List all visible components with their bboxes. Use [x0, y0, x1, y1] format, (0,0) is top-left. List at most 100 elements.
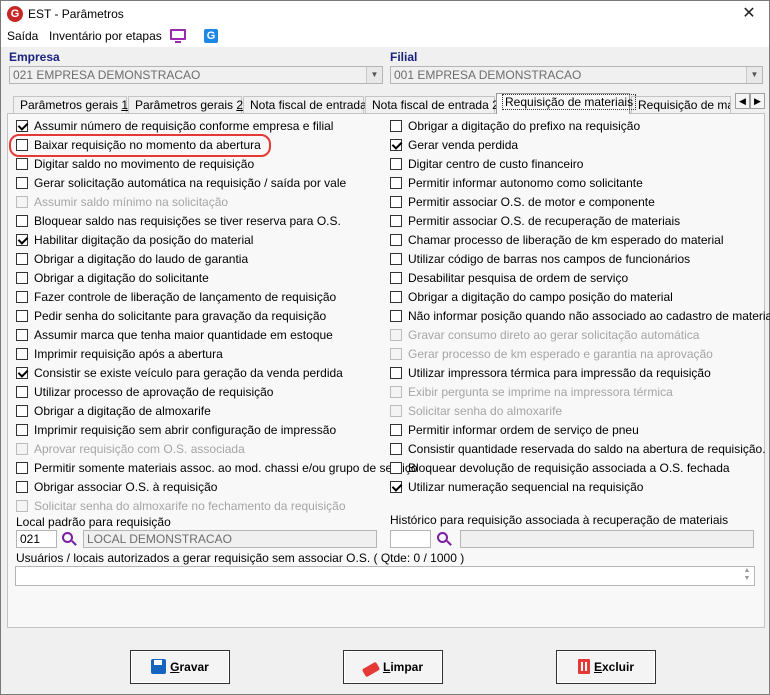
checkbox[interactable]	[16, 329, 28, 341]
local-code-input[interactable]: 021	[16, 530, 57, 548]
chevron-down-icon[interactable]: ▼	[746, 67, 762, 83]
option-label: Imprimir requisição após a abertura	[34, 347, 223, 361]
checkbox-checked[interactable]	[390, 139, 402, 151]
tab-nota-fiscal-entrada[interactable]: Nota fiscal de entrada	[243, 96, 367, 114]
checkbox[interactable]	[16, 424, 28, 436]
save-icon	[151, 659, 167, 674]
option-label: Assumir saldo mínimo na solicitação	[34, 195, 229, 209]
tab-strip: Parâmetros gerais 1 Parâmetros gerais 2 …	[7, 93, 767, 114]
empresa-combo[interactable]: 021 EMPRESA DEMONSTRACAO ▼	[9, 66, 383, 84]
checkbox[interactable]	[16, 215, 28, 227]
checkbox[interactable]	[390, 462, 402, 474]
usuarios-textarea[interactable]: ▲ ▼	[15, 566, 755, 586]
title-bar: G EST - Parâmetros ✕	[1, 1, 769, 27]
checkbox[interactable]	[390, 291, 402, 303]
checkbox[interactable]	[16, 158, 28, 170]
tab-parametros-gerais-1[interactable]: Parâmetros gerais 1	[13, 96, 128, 114]
empresa-value: 021 EMPRESA DEMONSTRACAO	[13, 68, 201, 82]
search-icon[interactable]	[436, 531, 452, 547]
checkbox[interactable]	[16, 405, 28, 417]
option-label: Chamar processo de liberação de km esper…	[408, 233, 724, 247]
option-label: Obrigar a digitação do solicitante	[34, 271, 209, 285]
highlight-annotation	[9, 134, 271, 157]
checkbox	[16, 500, 28, 512]
close-button[interactable]: ✕	[737, 4, 761, 24]
local-label: Local padrão para requisição	[16, 515, 171, 529]
option-label: Utilizar código de barras nos campos de …	[408, 252, 691, 266]
textarea-scroll-icon[interactable]: ▲ ▼	[740, 567, 754, 585]
checkbox-checked[interactable]	[390, 481, 402, 493]
monitor-icon[interactable]	[170, 29, 186, 44]
option-label: Digitar centro de custo financeiro	[408, 157, 584, 171]
option-label: Solicitar senha do almoxarife no fechame…	[34, 499, 346, 513]
option-label: Solicitar senha do almoxarife	[408, 404, 563, 418]
eraser-icon	[361, 661, 381, 678]
checkbox[interactable]	[390, 310, 402, 322]
option-label: Aprovar requisição com O.S. associada	[34, 442, 245, 456]
checkbox[interactable]	[390, 253, 402, 265]
checkbox[interactable]	[16, 481, 28, 493]
historico-code-input[interactable]	[390, 530, 431, 548]
tab-requisicao-materiais[interactable]: Requisição de materiais	[496, 93, 637, 114]
checkbox-checked[interactable]	[16, 367, 28, 379]
usuarios-label: Usuários / locais autorizados a gerar re…	[16, 551, 465, 565]
option-label: Utilizar numeração sequencial na requisi…	[408, 480, 644, 494]
search-icon[interactable]	[61, 531, 77, 547]
checkbox[interactable]	[390, 234, 402, 246]
tab-parametros-gerais-2[interactable]: Parâmetros gerais 2	[128, 96, 243, 114]
option-label: Permitir associar O.S. de recuperação de…	[408, 214, 681, 228]
g-app-icon[interactable]: G	[204, 29, 218, 43]
menu-bar: Saída Inventário por etapas G	[1, 27, 769, 47]
excluir-button[interactable]: Excluir	[556, 650, 656, 684]
option-label: Gerar processo de km esperado e garantia…	[408, 347, 713, 361]
tab-requisicao-materiais-2[interactable]: Requisição de materi	[631, 96, 731, 114]
option-label: Consistir se existe veículo para geração…	[34, 366, 343, 380]
option-label: Obrigar a digitação do prefixo na requis…	[408, 119, 641, 133]
tab-scroll-left-icon[interactable]: ◀	[735, 93, 750, 109]
checkbox[interactable]	[16, 291, 28, 303]
menu-saida[interactable]: Saída	[7, 29, 38, 43]
option-label: Obrigar a digitação do campo posição do …	[408, 290, 673, 304]
option-label: Desabilitar pesquisa de ordem de serviço	[408, 271, 629, 285]
checkbox[interactable]	[16, 462, 28, 474]
historico-label: Histórico para requisição associada à re…	[390, 513, 729, 527]
checkbox[interactable]	[16, 253, 28, 265]
checkbox	[16, 196, 28, 208]
checkbox[interactable]	[390, 367, 402, 379]
chevron-down-icon[interactable]: ▼	[366, 67, 382, 83]
option-label: Habilitar digitação da posição do materi…	[34, 233, 254, 247]
checkbox[interactable]	[390, 120, 402, 132]
option-label: Fazer controle de liberação de lançament…	[34, 290, 337, 304]
window-title: EST - Parâmetros	[28, 7, 124, 21]
checkbox[interactable]	[390, 272, 402, 284]
checkbox-checked[interactable]	[16, 234, 28, 246]
checkbox[interactable]	[16, 348, 28, 360]
option-label: Permitir somente materiais assoc. ao mod…	[34, 461, 418, 475]
checkbox[interactable]	[390, 424, 402, 436]
trash-icon	[577, 659, 590, 674]
tab-nota-fiscal-entrada-2[interactable]: Nota fiscal de entrada 2	[365, 96, 499, 114]
option-label: Não informar posição quando não associad…	[408, 309, 770, 323]
checkbox[interactable]	[390, 177, 402, 189]
limpar-button[interactable]: Limpar	[343, 650, 443, 684]
checkbox[interactable]	[16, 310, 28, 322]
checkbox[interactable]	[16, 272, 28, 284]
checkbox[interactable]	[390, 443, 402, 455]
tab-scroll-right-icon[interactable]: ▶	[750, 93, 765, 109]
gravar-button[interactable]: Gravar	[130, 650, 230, 684]
checkbox[interactable]	[390, 196, 402, 208]
menu-inventario[interactable]: Inventário por etapas	[49, 29, 162, 43]
option-label: Gerar solicitação automática na requisiç…	[34, 176, 347, 190]
checkbox[interactable]	[16, 177, 28, 189]
checkbox	[390, 348, 402, 360]
checkbox[interactable]	[390, 215, 402, 227]
checkbox[interactable]	[16, 386, 28, 398]
option-label: Bloquear saldo nas requisições se tiver …	[34, 214, 341, 228]
app-logo-icon: G	[7, 6, 23, 22]
empresa-label: Empresa	[9, 50, 60, 64]
checkbox-checked[interactable]	[16, 120, 28, 132]
checkbox	[390, 405, 402, 417]
checkbox[interactable]	[390, 158, 402, 170]
filial-combo[interactable]: 001 EMPRESA DEMONSTRACAO ▼	[390, 66, 763, 84]
option-label: Exibir pergunta se imprime na impressora…	[408, 385, 673, 399]
